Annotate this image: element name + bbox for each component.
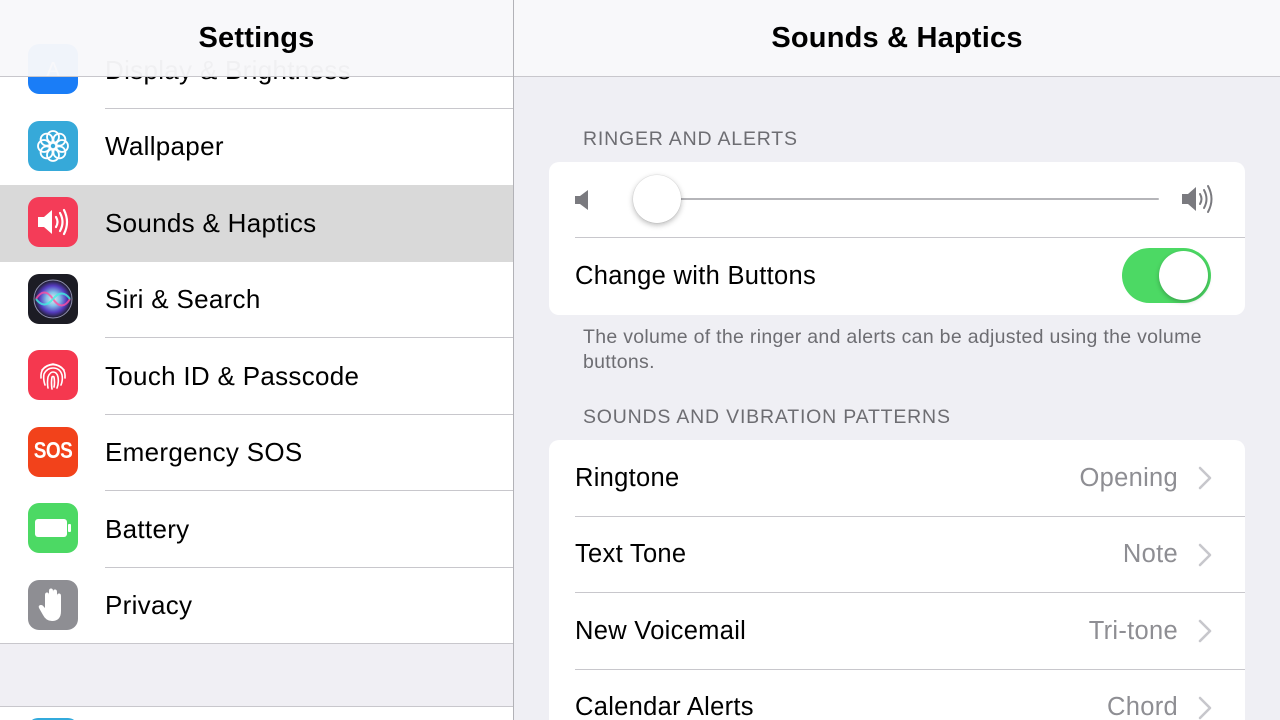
sos-icon: SOS: [28, 426, 78, 477]
master-nav-bar: Settings: [0, 0, 513, 77]
settings-list: A Display & Brightness: [0, 32, 513, 644]
ringer-footer-text: The volume of the ringer and alerts can …: [583, 326, 1202, 373]
row-value: Chord: [1107, 693, 1178, 720]
change-with-buttons-toggle[interactable]: [1122, 248, 1211, 303]
sidebar-item-emergency-sos[interactable]: SOS Emergency SOS: [0, 414, 513, 491]
text-tone-row[interactable]: Text Tone Note: [549, 517, 1245, 594]
sidebar-item-label: Emergency SOS: [105, 437, 303, 468]
section-header-patterns: SOUNDS AND VIBRATION PATTERNS: [583, 406, 951, 428]
row-value: Note: [1122, 540, 1178, 569]
patterns-card: Ringtone Opening Text Tone Note New Voic…: [549, 440, 1245, 720]
sidebar-item-label: Privacy: [105, 589, 193, 620]
detail-nav-bar: Sounds & Haptics: [514, 0, 1280, 77]
sidebar-item-wallpaper[interactable]: Wallpaper: [0, 108, 513, 185]
sidebar-item-label: Wallpaper: [105, 131, 224, 162]
row-value: Opening: [1079, 463, 1178, 492]
sidebar-item-battery[interactable]: Battery: [0, 491, 513, 568]
volume-slider-row: [549, 162, 1245, 238]
speaker-icon: [28, 197, 78, 247]
row-label: Calendar Alerts: [575, 693, 754, 720]
row-label: Ringtone: [575, 463, 680, 492]
battery-icon: [28, 503, 78, 553]
sos-icon-text: SOS: [33, 438, 73, 464]
volume-low-icon: [575, 190, 588, 210]
sidebar-next-group-peek[interactable]: [0, 706, 513, 720]
chevron-right-icon: [1198, 619, 1212, 643]
volume-slider-track[interactable]: [656, 198, 1159, 200]
fingerprint-icon: [28, 350, 78, 400]
sidebar-item-label: Sounds & Haptics: [105, 207, 317, 238]
ringer-card: Change with Buttons: [549, 162, 1245, 315]
sidebar-item-siri-search[interactable]: Siri & Search: [0, 261, 513, 338]
volume-high-icon: [1182, 185, 1213, 213]
detail-title: Sounds & Haptics: [771, 21, 1023, 54]
row-label: New Voicemail: [575, 616, 747, 645]
sidebar-item-label: Battery: [105, 513, 190, 544]
hand-icon: [28, 579, 78, 630]
chevron-right-icon: [1198, 466, 1212, 490]
row-value: Tri-tone: [1088, 616, 1178, 645]
change-with-buttons-label: Change with Buttons: [575, 261, 817, 290]
settings-master-pane: Settings A Display & Brightness: [0, 0, 513, 720]
calendar-alerts-row[interactable]: Calendar Alerts Chord: [549, 670, 1245, 720]
master-title: Settings: [198, 21, 315, 54]
chevron-right-icon: [1198, 696, 1212, 720]
toggle-knob: [1159, 251, 1208, 300]
siri-icon: [28, 273, 78, 324]
chevron-right-icon: [1198, 543, 1212, 567]
ringtone-row[interactable]: Ringtone Opening: [549, 440, 1245, 517]
sounds-haptics-detail-pane: Sounds & Haptics RINGER AND ALERTS Chang…: [514, 0, 1280, 720]
sidebar-item-touch-id-passcode[interactable]: Touch ID & Passcode: [0, 338, 513, 415]
sidebar-item-privacy[interactable]: Privacy: [0, 567, 513, 644]
row-label: Text Tone: [575, 540, 687, 569]
split-divider: [513, 0, 514, 720]
sidebar-item-label: Siri & Search: [105, 284, 261, 315]
volume-slider-thumb[interactable]: [633, 175, 681, 223]
sidebar-item-sounds-haptics[interactable]: Sounds & Haptics: [0, 185, 513, 262]
change-with-buttons-row: Change with Buttons: [549, 238, 1245, 315]
new-voicemail-row[interactable]: New Voicemail Tri-tone: [549, 593, 1245, 670]
wallpaper-icon: [28, 120, 78, 171]
section-header-ringer: RINGER AND ALERTS: [583, 128, 798, 150]
sidebar-item-label: Touch ID & Passcode: [105, 360, 360, 391]
